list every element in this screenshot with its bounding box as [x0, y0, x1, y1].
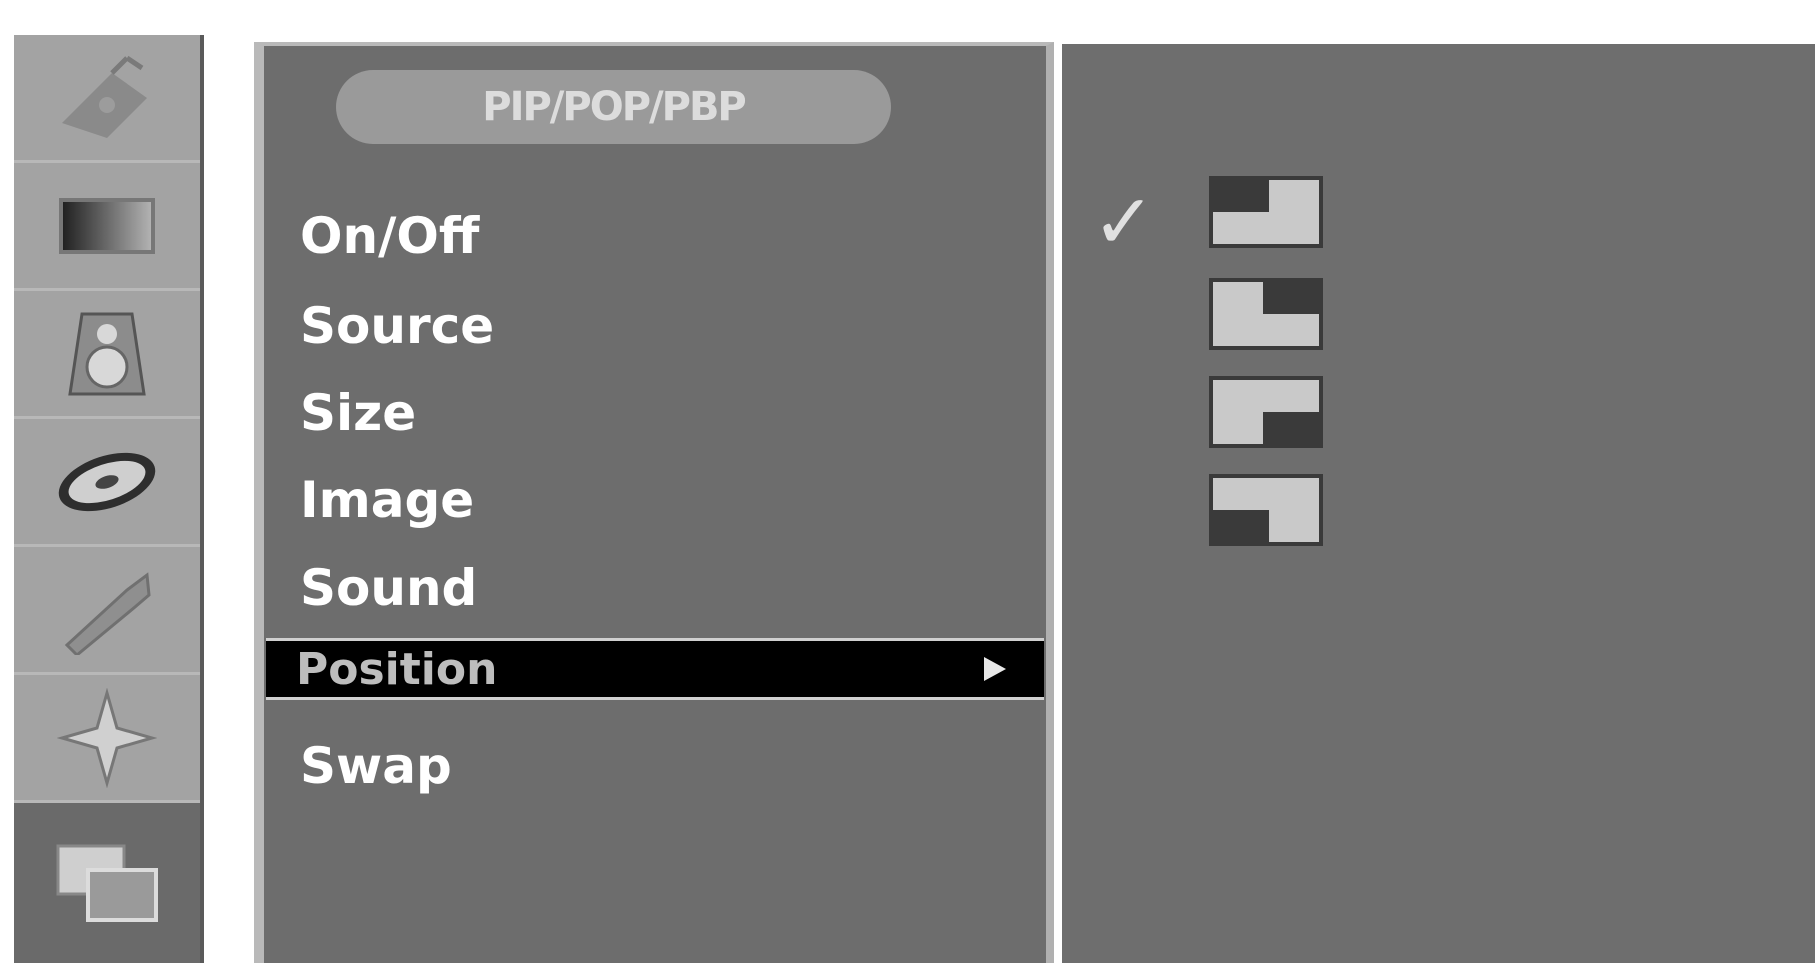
menu-item-label: Source — [300, 297, 495, 355]
menu-title: PIP/POP/PBP — [336, 70, 891, 144]
menu-item-label: Sound — [300, 559, 478, 617]
pip-menu-panel: PIP/POP/PBP On/Off Source Size Image Sou… — [254, 42, 1054, 963]
position-top-left-option[interactable] — [1207, 174, 1325, 250]
menu-item-source[interactable]: Source — [264, 286, 1046, 366]
position-options-panel: ✓ — [1062, 44, 1815, 963]
sidebar-item-time[interactable] — [14, 419, 200, 547]
menu-item-swap[interactable]: Swap — [264, 726, 1046, 806]
sidebar-item-channel[interactable] — [14, 35, 200, 163]
position-top-left-icon — [1209, 176, 1323, 248]
menu-item-label: Position — [296, 643, 498, 695]
picture-icon — [59, 197, 155, 254]
menu-item-size[interactable]: Size — [264, 373, 1046, 453]
menu-item-position[interactable]: Position — [266, 638, 1044, 700]
menu-item-sound[interactable]: Sound — [264, 548, 1046, 628]
menu-item-label: Size — [300, 384, 417, 442]
wrench-option-icon — [64, 571, 151, 655]
submenu-arrow-icon — [984, 657, 1006, 681]
sidebar-item-sound[interactable] — [14, 291, 200, 419]
menu-item-label: Image — [300, 471, 475, 529]
pip-icon — [56, 844, 158, 922]
satellite-dish-icon — [62, 55, 147, 138]
screen-adjust-icon — [57, 687, 157, 788]
position-top-right-icon — [1209, 278, 1323, 350]
menu-item-label: On/Off — [300, 207, 480, 265]
sidebar-item-picture[interactable] — [14, 163, 200, 291]
sidebar-item-pip[interactable] — [14, 803, 200, 963]
position-bottom-left-option[interactable] — [1207, 472, 1325, 548]
position-bottom-left-icon — [1209, 474, 1323, 546]
menu-item-image[interactable]: Image — [264, 460, 1046, 540]
speaker-icon — [68, 312, 146, 395]
position-top-right-option[interactable] — [1207, 276, 1325, 352]
position-bottom-right-option[interactable] — [1207, 374, 1325, 450]
check-icon: ✓ — [1092, 177, 1156, 266]
sidebar-item-screen[interactable] — [14, 675, 200, 803]
menu-item-label: Swap — [300, 737, 452, 795]
disc-time-icon — [58, 452, 156, 511]
menu-item-on-off[interactable]: On/Off — [264, 196, 1046, 276]
position-bottom-right-icon — [1209, 376, 1323, 448]
sidebar-item-option[interactable] — [14, 547, 200, 675]
category-sidebar — [14, 35, 204, 963]
